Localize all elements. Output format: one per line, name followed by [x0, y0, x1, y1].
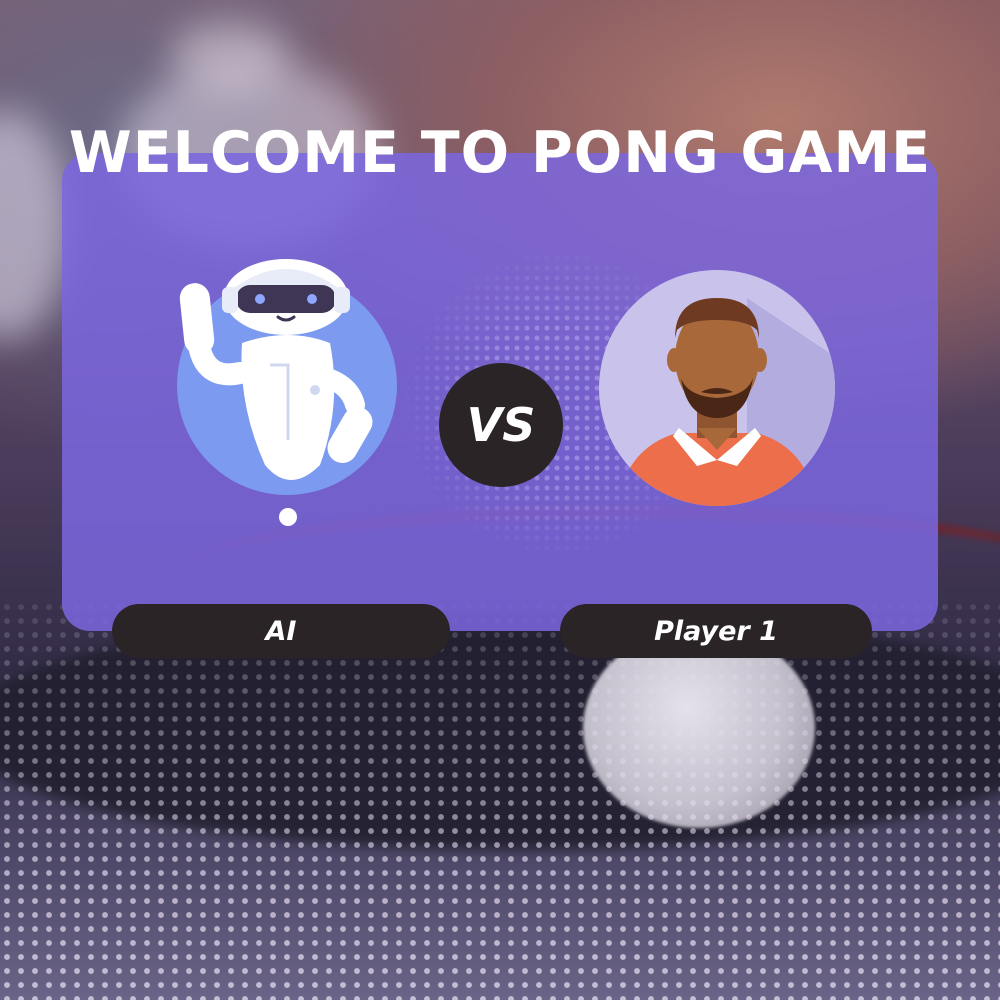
person-icon[interactable]: [597, 268, 837, 508]
page-title: WELCOME TO PONG GAME: [68, 120, 932, 186]
player-1-button[interactable]: Player 1: [560, 604, 872, 658]
halftone-dots: [0, 600, 1000, 1000]
robot-icon[interactable]: [170, 255, 410, 535]
ai-player-button[interactable]: AI: [112, 604, 450, 658]
background-blur-light: [170, 20, 290, 90]
versus-badge: VS: [439, 363, 563, 487]
